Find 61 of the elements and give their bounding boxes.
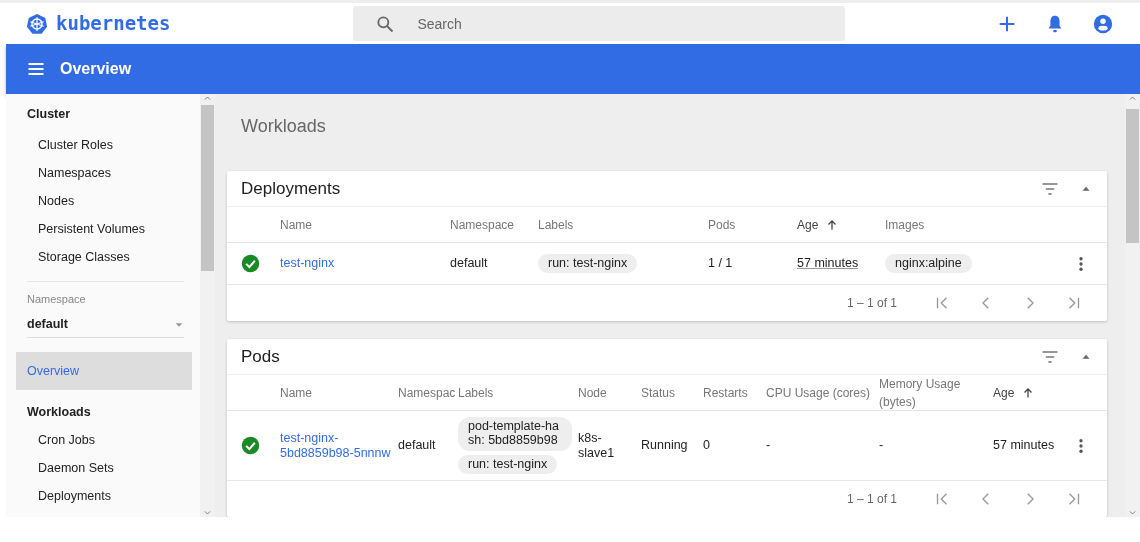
scroll-up-icon[interactable] xyxy=(203,94,212,103)
resource-link[interactable]: test-nginx-5bd8859b98-5nnnw xyxy=(280,430,392,461)
scrollbar-thumb[interactable] xyxy=(1126,109,1139,243)
section-title: Workloads xyxy=(241,115,327,138)
search-icon xyxy=(375,14,396,34)
column-header[interactable]: Node xyxy=(578,384,607,402)
sidebar-item[interactable]: Deployments xyxy=(6,482,200,510)
namespace-label: Namespace xyxy=(27,292,87,307)
sidebar-heading: Cluster xyxy=(26,106,72,123)
account-icon[interactable] xyxy=(1092,12,1114,35)
sidebar-item[interactable]: Namespaces xyxy=(6,159,200,187)
resource-link[interactable]: test-nginx xyxy=(280,256,444,271)
table-cell: default xyxy=(398,438,436,453)
table-cell: 57 minutes xyxy=(993,438,1055,453)
page-title: Overview xyxy=(60,59,132,79)
sidebar-item[interactable]: Storage Classes xyxy=(6,243,200,271)
scroll-up-icon[interactable] xyxy=(1128,94,1137,103)
column-header[interactable]: Labels xyxy=(458,384,494,402)
table-cell: - xyxy=(879,438,884,453)
column-header[interactable]: Name xyxy=(280,215,312,234)
card-title: Pods xyxy=(241,345,280,368)
sidebar-item[interactable]: Persistent Volumes xyxy=(6,215,200,243)
scroll-down-icon[interactable] xyxy=(1128,508,1137,517)
column-header[interactable]: Age xyxy=(993,384,1015,402)
column-header[interactable]: Status xyxy=(641,384,676,402)
label-chip: pod-template-hash: 5bd8859b98 xyxy=(458,417,572,451)
column-header[interactable]: Memory Usage (bytes) xyxy=(879,375,987,411)
column-header[interactable]: CPU Usage (cores) xyxy=(766,384,871,402)
logo-icon xyxy=(26,12,48,35)
sidebar-heading[interactable]: Workloads xyxy=(6,390,200,426)
column-header[interactable]: Images xyxy=(885,215,925,234)
sidebar-item[interactable]: Overview xyxy=(16,352,192,390)
namespace-select[interactable]: default xyxy=(27,307,184,338)
column-header[interactable]: Labels xyxy=(538,215,574,234)
search-field[interactable]: Search xyxy=(353,6,846,41)
sidebar-item[interactable]: Cluster Roles xyxy=(6,131,200,159)
column-header[interactable]: Restarts xyxy=(703,384,748,402)
column-header[interactable]: Name xyxy=(280,384,312,402)
sidebar-item[interactable]: Cron Jobs xyxy=(6,426,200,454)
column-header[interactable]: Namespace xyxy=(450,215,515,234)
scroll-down-icon[interactable] xyxy=(203,508,212,517)
table-cell: k8s-slave1 xyxy=(578,430,615,460)
column-header[interactable]: Pods xyxy=(708,215,736,234)
pagination-range: 1 – 1 of 1 xyxy=(846,491,897,509)
column-header[interactable]: Age xyxy=(797,215,819,234)
table-cell: 1 / 1 xyxy=(708,256,733,270)
label-chip: nginx:alpine xyxy=(885,253,972,274)
table-cell: - xyxy=(766,438,771,453)
sidebar-item[interactable]: Daemon Sets xyxy=(6,454,200,482)
card-title: Deployments xyxy=(241,177,341,200)
sidebar-item[interactable]: Nodes xyxy=(6,187,200,215)
label-chip: run: test-nginx xyxy=(458,454,558,475)
table-cell: 0 xyxy=(703,438,710,453)
age-text: 57 minutes xyxy=(797,256,859,270)
logo-text: kubernetes xyxy=(56,11,171,37)
pagination-range: 1 – 1 of 1 xyxy=(846,295,897,312)
column-header[interactable]: Namespac xyxy=(398,384,456,402)
label-chip: run: test-nginx xyxy=(538,253,638,274)
table-cell: Running xyxy=(641,438,688,453)
table-cell: default xyxy=(450,256,488,270)
scrollbar-thumb[interactable] xyxy=(201,105,214,271)
